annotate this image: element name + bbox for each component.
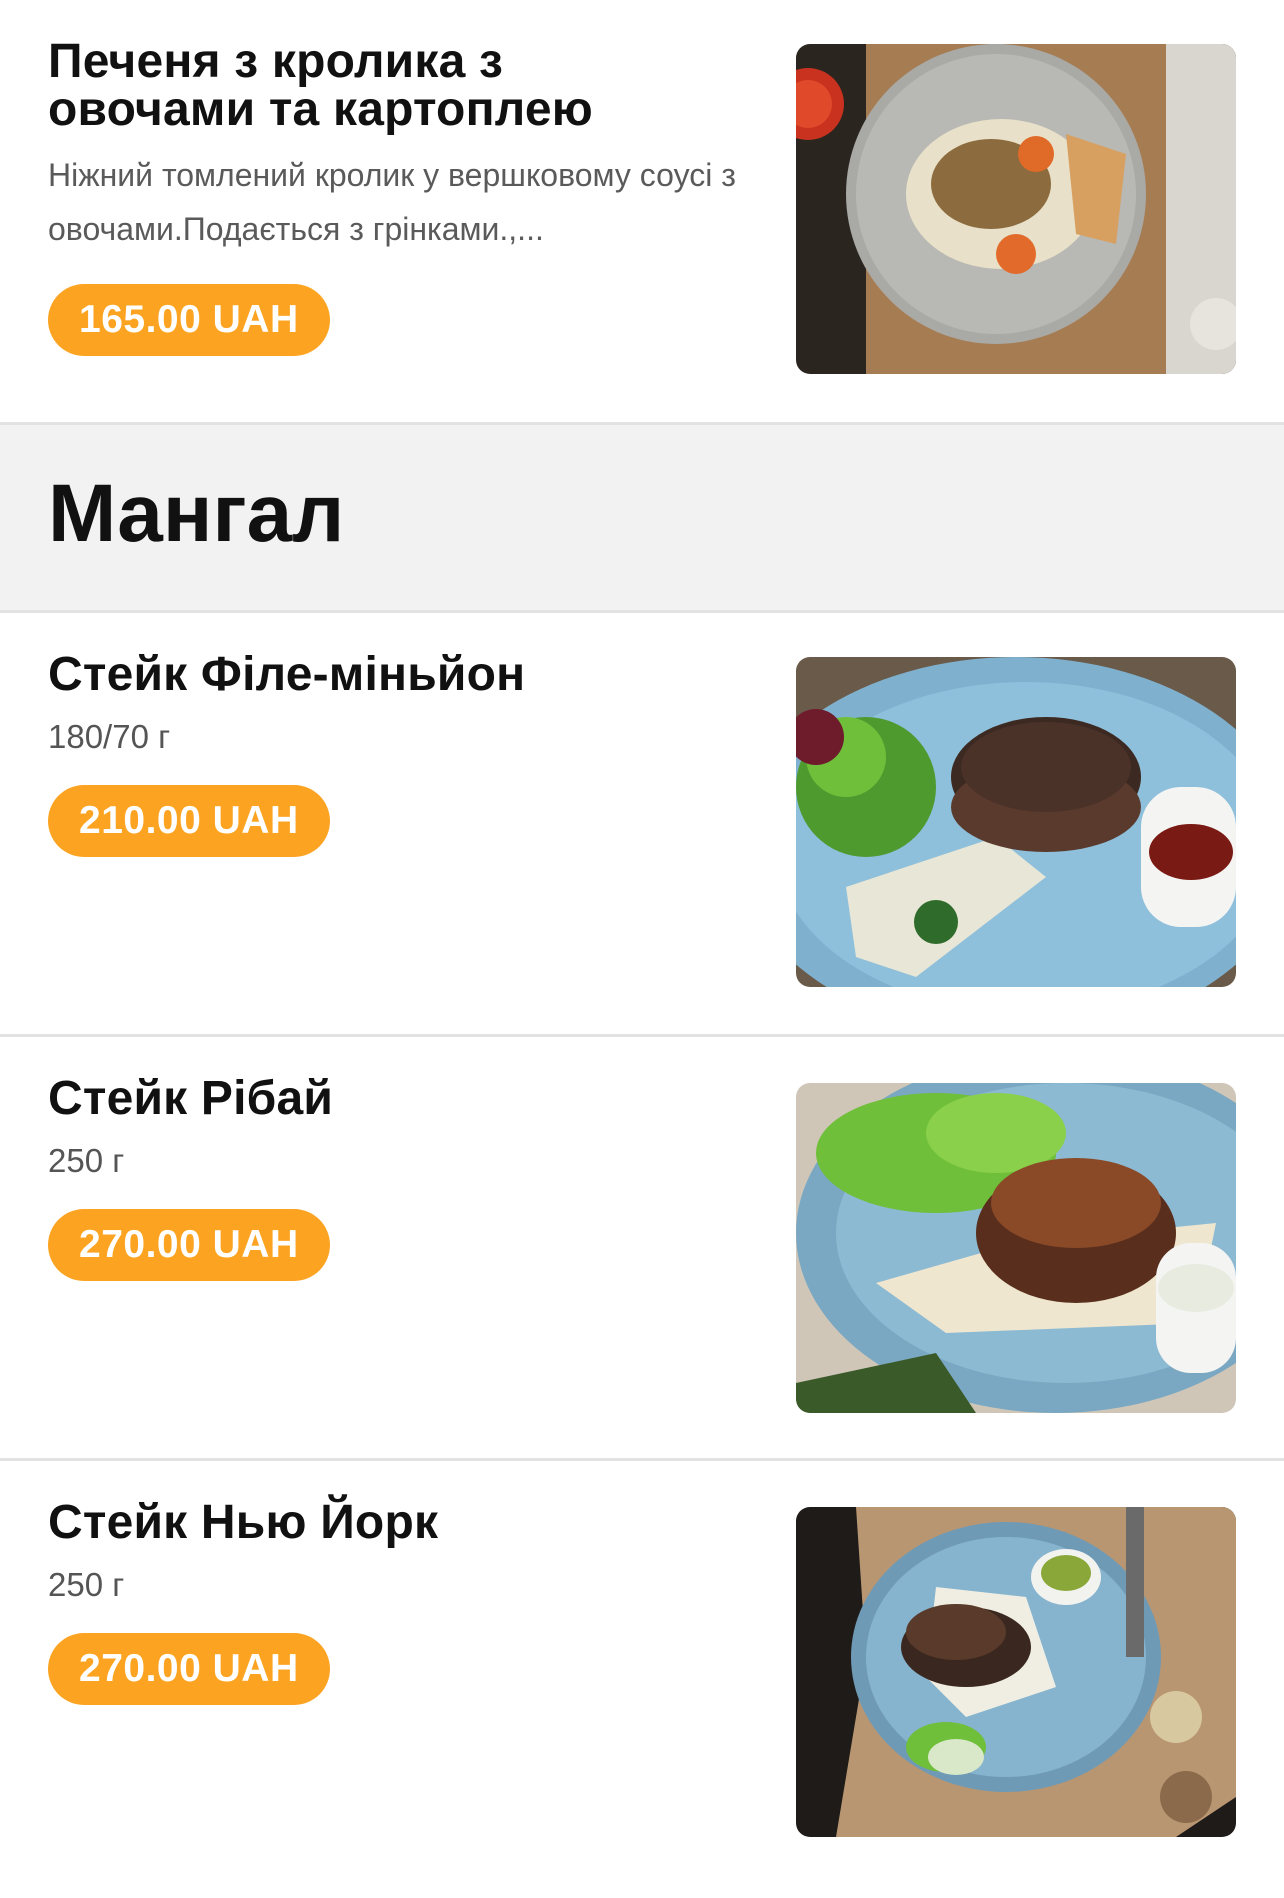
menu-item-title: Стейк Рібай bbox=[48, 1072, 334, 1125]
price-badge[interactable]: 270.00 UAH bbox=[48, 1209, 330, 1281]
menu-item-title-line1: Печеня з кролика з bbox=[48, 35, 504, 88]
menu-item-info: Стейк Рібай 250 г 270.00 UAH bbox=[48, 1075, 748, 1281]
menu-item-title: Стейк Філе-міньйон bbox=[48, 648, 526, 701]
menu-item-weight: 250 г bbox=[48, 1142, 125, 1179]
menu-item-ribeye[interactable]: Стейк Рібай 250 г 270.00 UAH bbox=[0, 1037, 1284, 1461]
price-badge[interactable]: 270.00 UAH bbox=[48, 1633, 330, 1705]
dish-photo-ribeye[interactable] bbox=[796, 1083, 1236, 1413]
dish-photo-filet-mignon[interactable] bbox=[796, 657, 1236, 987]
menu-item-weight: 180/70 г bbox=[48, 718, 171, 755]
menu-item-title-line2: овочами та картоплею bbox=[48, 83, 593, 136]
dish-photo-rabbit[interactable] bbox=[796, 44, 1236, 374]
menu-item-filet-mignon[interactable]: Стейк Філе-міньйон 180/70 г 210.00 UAH bbox=[0, 613, 1284, 1037]
dish-photo-rabbit-image bbox=[796, 44, 1236, 374]
menu-item-info: Стейк Нью Йорк 250 г 270.00 UAH bbox=[48, 1499, 748, 1705]
section-header-grill: Мангал bbox=[0, 425, 1284, 613]
menu-item-title: Стейк Нью Йорк bbox=[48, 1496, 439, 1549]
menu-item-title: Печеня з кролика з овочами та картоплею bbox=[48, 38, 748, 134]
dish-photo-filet-mignon-image bbox=[796, 657, 1236, 987]
menu-item-new-york-steak[interactable]: Стейк Нью Йорк 250 г 270.00 UAH bbox=[0, 1461, 1284, 1885]
dish-photo-new-york-image bbox=[796, 1507, 1236, 1837]
price-badge[interactable]: 210.00 UAH bbox=[48, 785, 330, 857]
dish-photo-ribeye-image bbox=[796, 1083, 1236, 1413]
section-title: Мангал bbox=[48, 468, 345, 559]
price-badge[interactable]: 165.00 UAH bbox=[48, 284, 330, 356]
menu-item-info: Стейк Філе-міньйон 180/70 г 210.00 UAH bbox=[48, 651, 748, 857]
menu-item-weight: 250 г bbox=[48, 1566, 125, 1603]
dish-photo-new-york[interactable] bbox=[796, 1507, 1236, 1837]
menu-item-description: Ніжний томлений кролик у вершковому соус… bbox=[48, 157, 736, 247]
menu-item-info: Печеня з кролика з овочами та картоплею … bbox=[48, 38, 748, 356]
menu-item-rabbit-roast[interactable]: Печеня з кролика з овочами та картоплею … bbox=[0, 0, 1284, 425]
